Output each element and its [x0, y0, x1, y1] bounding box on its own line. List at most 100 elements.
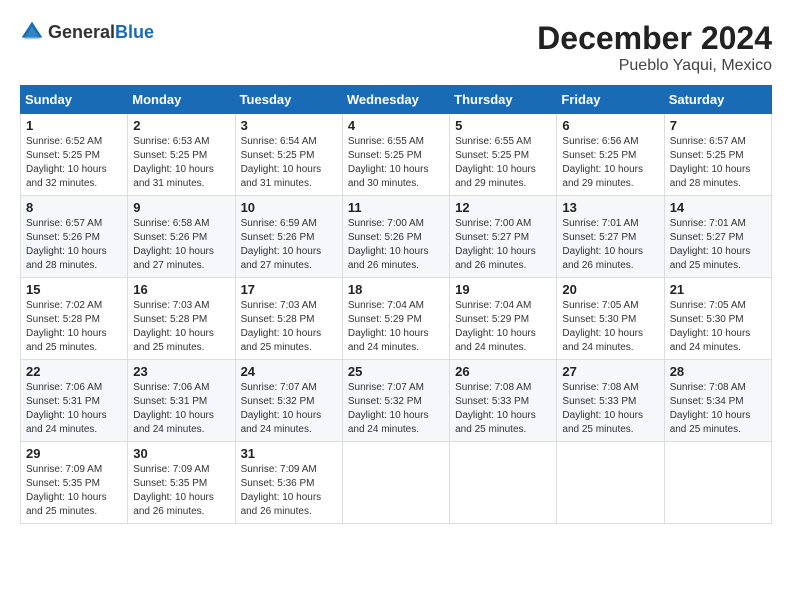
calendar-empty-cell	[557, 442, 664, 524]
day-number: 14	[670, 200, 766, 215]
day-number: 22	[26, 364, 122, 379]
day-info: Sunrise: 7:09 AMSunset: 5:36 PMDaylight:…	[241, 463, 337, 519]
day-number: 30	[133, 446, 229, 461]
weekday-header-friday: Friday	[557, 86, 664, 114]
day-info: Sunrise: 7:09 AMSunset: 5:35 PMDaylight:…	[133, 463, 229, 519]
day-info: Sunrise: 6:52 AMSunset: 5:25 PMDaylight:…	[26, 135, 122, 191]
day-info: Sunrise: 7:04 AMSunset: 5:29 PMDaylight:…	[455, 299, 551, 355]
day-info: Sunrise: 7:07 AMSunset: 5:32 PMDaylight:…	[241, 381, 337, 437]
day-number: 25	[348, 364, 444, 379]
calendar-day-cell: 5 Sunrise: 6:55 AMSunset: 5:25 PMDaylight…	[450, 114, 557, 196]
calendar-week-row: 22 Sunrise: 7:06 AMSunset: 5:31 PMDayligh…	[21, 360, 772, 442]
day-number: 17	[241, 282, 337, 297]
calendar-empty-cell	[450, 442, 557, 524]
calendar-day-cell: 2Sunrise: 6:53 AMSunset: 5:25 PMDaylight…	[128, 114, 235, 196]
day-number: 5	[455, 118, 551, 133]
day-info: Sunrise: 7:03 AMSunset: 5:28 PMDaylight:…	[133, 299, 229, 355]
day-info: Sunrise: 7:09 AMSunset: 5:35 PMDaylight:…	[26, 463, 122, 519]
day-info: Sunrise: 7:04 AMSunset: 5:29 PMDaylight:…	[348, 299, 444, 355]
day-info: Sunrise: 7:08 AMSunset: 5:33 PMDaylight:…	[455, 381, 551, 437]
calendar-day-cell: 31 Sunrise: 7:09 AMSunset: 5:36 PMDayligh…	[235, 442, 342, 524]
day-number: 23	[133, 364, 229, 379]
day-info: Sunrise: 6:59 AMSunset: 5:26 PMDaylight:…	[241, 217, 337, 273]
weekday-header-thursday: Thursday	[450, 86, 557, 114]
day-info: Sunrise: 6:55 AMSunset: 5:25 PMDaylight:…	[455, 135, 551, 191]
weekday-header-sunday: Sunday	[21, 86, 128, 114]
calendar-day-cell: 25Sunrise: 7:07 AMSunset: 5:32 PMDayligh…	[342, 360, 449, 442]
logo-icon	[20, 20, 44, 44]
day-number: 10	[241, 200, 337, 215]
day-number: 9	[133, 200, 229, 215]
day-info: Sunrise: 7:01 AMSunset: 5:27 PMDaylight:…	[670, 217, 766, 273]
logo-text: GeneralBlue	[48, 22, 154, 43]
calendar-day-cell: 1 Sunrise: 6:52 AMSunset: 5:25 PMDaylight…	[21, 114, 128, 196]
calendar-day-cell: 7 Sunrise: 6:57 AMSunset: 5:25 PMDaylight…	[664, 114, 771, 196]
calendar-week-row: 15 Sunrise: 7:02 AMSunset: 5:28 PMDayligh…	[21, 278, 772, 360]
calendar-day-cell: 9 Sunrise: 6:58 AMSunset: 5:26 PMDaylight…	[128, 196, 235, 278]
day-info: Sunrise: 6:56 AMSunset: 5:25 PMDaylight:…	[562, 135, 658, 191]
calendar-week-row: 1 Sunrise: 6:52 AMSunset: 5:25 PMDaylight…	[21, 114, 772, 196]
calendar-day-cell: 19 Sunrise: 7:04 AMSunset: 5:29 PMDayligh…	[450, 278, 557, 360]
calendar-day-cell: 12 Sunrise: 7:00 AMSunset: 5:27 PMDayligh…	[450, 196, 557, 278]
calendar-day-cell: 24 Sunrise: 7:07 AMSunset: 5:32 PMDayligh…	[235, 360, 342, 442]
day-info: Sunrise: 6:54 AMSunset: 5:25 PMDaylight:…	[241, 135, 337, 191]
calendar-day-cell: 13Sunrise: 7:01 AMSunset: 5:27 PMDayligh…	[557, 196, 664, 278]
day-number: 16	[133, 282, 229, 297]
day-info: Sunrise: 6:55 AMSunset: 5:25 PMDaylight:…	[348, 135, 444, 191]
logo-general: General	[48, 22, 115, 42]
calendar-day-cell: 3 Sunrise: 6:54 AMSunset: 5:25 PMDaylight…	[235, 114, 342, 196]
calendar-day-cell: 18 Sunrise: 7:04 AMSunset: 5:29 PMDayligh…	[342, 278, 449, 360]
calendar-day-cell: 27Sunrise: 7:08 AMSunset: 5:33 PMDayligh…	[557, 360, 664, 442]
calendar-day-cell: 15 Sunrise: 7:02 AMSunset: 5:28 PMDayligh…	[21, 278, 128, 360]
day-number: 20	[562, 282, 658, 297]
day-number: 8	[26, 200, 122, 215]
calendar-day-cell: 4 Sunrise: 6:55 AMSunset: 5:25 PMDaylight…	[342, 114, 449, 196]
day-number: 1	[26, 118, 122, 133]
day-number: 24	[241, 364, 337, 379]
calendar-day-cell: 26Sunrise: 7:08 AMSunset: 5:33 PMDayligh…	[450, 360, 557, 442]
day-info: Sunrise: 7:00 AMSunset: 5:27 PMDaylight:…	[455, 217, 551, 273]
day-info: Sunrise: 7:02 AMSunset: 5:28 PMDaylight:…	[26, 299, 122, 355]
calendar-day-cell: 11Sunrise: 7:00 AMSunset: 5:26 PMDayligh…	[342, 196, 449, 278]
logo: GeneralBlue	[20, 20, 154, 44]
day-info: Sunrise: 6:58 AMSunset: 5:26 PMDaylight:…	[133, 217, 229, 273]
calendar-day-cell: 6 Sunrise: 6:56 AMSunset: 5:25 PMDaylight…	[557, 114, 664, 196]
day-info: Sunrise: 6:53 AMSunset: 5:25 PMDaylight:…	[133, 135, 229, 191]
day-number: 31	[241, 446, 337, 461]
day-info: Sunrise: 6:57 AMSunset: 5:25 PMDaylight:…	[670, 135, 766, 191]
day-number: 21	[670, 282, 766, 297]
calendar-day-cell: 30 Sunrise: 7:09 AMSunset: 5:35 PMDayligh…	[128, 442, 235, 524]
weekday-header-saturday: Saturday	[664, 86, 771, 114]
day-info: Sunrise: 7:01 AMSunset: 5:27 PMDaylight:…	[562, 217, 658, 273]
title-area: December 2024 Pueblo Yaqui, Mexico	[537, 20, 772, 75]
day-info: Sunrise: 7:03 AMSunset: 5:28 PMDaylight:…	[241, 299, 337, 355]
calendar-day-cell: 21Sunrise: 7:05 AMSunset: 5:30 PMDayligh…	[664, 278, 771, 360]
day-number: 28	[670, 364, 766, 379]
day-number: 3	[241, 118, 337, 133]
calendar-empty-cell	[342, 442, 449, 524]
day-info: Sunrise: 7:08 AMSunset: 5:33 PMDaylight:…	[562, 381, 658, 437]
day-number: 12	[455, 200, 551, 215]
calendar-empty-cell	[664, 442, 771, 524]
day-info: Sunrise: 7:06 AMSunset: 5:31 PMDaylight:…	[26, 381, 122, 437]
day-number: 15	[26, 282, 122, 297]
calendar-day-cell: 20Sunrise: 7:05 AMSunset: 5:30 PMDayligh…	[557, 278, 664, 360]
calendar-day-cell: 17 Sunrise: 7:03 AMSunset: 5:28 PMDayligh…	[235, 278, 342, 360]
calendar-week-row: 8Sunrise: 6:57 AMSunset: 5:26 PMDaylight…	[21, 196, 772, 278]
day-number: 19	[455, 282, 551, 297]
day-number: 18	[348, 282, 444, 297]
weekday-header-row: SundayMondayTuesdayWednesdayThursdayFrid…	[21, 86, 772, 114]
day-number: 6	[562, 118, 658, 133]
calendar-day-cell: 28Sunrise: 7:08 AMSunset: 5:34 PMDayligh…	[664, 360, 771, 442]
calendar-table: SundayMondayTuesdayWednesdayThursdayFrid…	[20, 85, 772, 524]
calendar-day-cell: 22 Sunrise: 7:06 AMSunset: 5:31 PMDayligh…	[21, 360, 128, 442]
day-info: Sunrise: 7:06 AMSunset: 5:31 PMDaylight:…	[133, 381, 229, 437]
calendar-day-cell: 16 Sunrise: 7:03 AMSunset: 5:28 PMDayligh…	[128, 278, 235, 360]
day-number: 7	[670, 118, 766, 133]
calendar-day-cell: 14 Sunrise: 7:01 AMSunset: 5:27 PMDayligh…	[664, 196, 771, 278]
weekday-header-wednesday: Wednesday	[342, 86, 449, 114]
weekday-header-tuesday: Tuesday	[235, 86, 342, 114]
calendar-week-row: 29Sunrise: 7:09 AMSunset: 5:35 PMDayligh…	[21, 442, 772, 524]
calendar-day-cell: 10 Sunrise: 6:59 AMSunset: 5:26 PMDayligh…	[235, 196, 342, 278]
day-number: 4	[348, 118, 444, 133]
